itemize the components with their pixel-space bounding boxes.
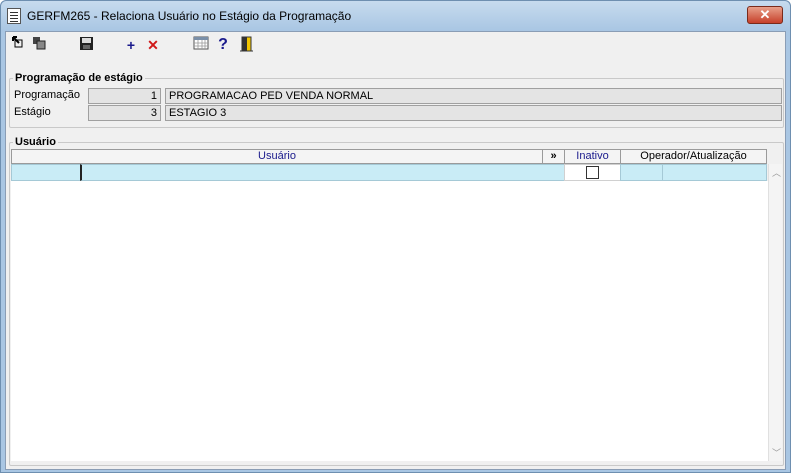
exit-door-icon[interactable] [237,36,255,54]
expand-columns-button[interactable]: » [542,149,565,164]
usuario-name-cell[interactable] [80,164,565,181]
column-header-inativo[interactable]: Inativo [564,149,621,164]
operador-cell[interactable] [620,164,663,181]
window-title: GERFM265 - Relaciona Usuário no Estágio … [27,9,352,23]
grid-empty-area [11,181,768,461]
estagio-label: Estágio [14,106,51,118]
column-header-operador-atualizacao[interactable]: Operador/Atualização [620,149,767,164]
programacao-code-field[interactable]: 1 [88,88,161,104]
vertical-scrollbar[interactable]: ︿ ﹀ [768,164,782,461]
usuario-grid: Usuário » Inativo Operador/Atualização ︿… [11,149,782,461]
scroll-down-icon[interactable]: ﹀ [772,446,781,459]
toolbar: + ✕ ? [6,32,785,58]
column-header-usuario[interactable]: Usuário [11,149,543,164]
inativo-checkbox[interactable] [586,166,599,179]
add-icon[interactable]: + [122,36,140,54]
usuario-code-cell[interactable] [11,164,81,181]
client-area: + ✕ ? Programação de estágio Programação… [5,31,786,470]
programacao-group: Programação de estágio Programação 1 PRO… [9,72,784,128]
programacao-group-title: Programação de estágio [15,72,143,84]
usuario-group: Usuário Usuário » Inativo Operador/Atual… [9,136,784,466]
estagio-code-field[interactable]: 3 [88,105,161,121]
app-document-icon [7,8,21,24]
estagio-description-field[interactable]: ESTAGIO 3 [165,105,782,121]
title-bar[interactable]: GERFM265 - Relaciona Usuário no Estágio … [1,1,790,31]
delete-icon[interactable]: ✕ [144,36,162,54]
calendar-grid-icon[interactable] [192,36,210,54]
atualizacao-cell[interactable] [662,164,767,181]
main-window: GERFM265 - Relaciona Usuário no Estágio … [0,0,791,473]
programacao-description-field[interactable]: PROGRAMACAO PED VENDA NORMAL [165,88,782,104]
go-back-icon[interactable] [30,36,48,54]
go-first-icon[interactable] [10,36,28,54]
usuario-group-title: Usuário [15,136,56,148]
inativo-cell [564,164,621,181]
save-icon[interactable] [77,36,95,54]
programacao-label: Programação [14,89,81,101]
help-icon[interactable]: ? [214,36,232,54]
close-button[interactable]: ✕ [747,6,783,24]
scroll-up-icon[interactable]: ︿ [772,166,781,179]
